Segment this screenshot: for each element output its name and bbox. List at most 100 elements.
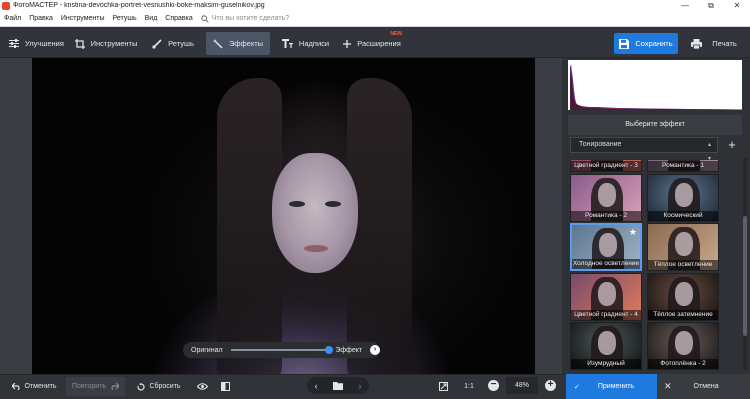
before-after-slider[interactable]: Оригинал Эффект › (183, 342, 380, 358)
effect-thumb[interactable]: Фотоплёнка - 2 (647, 322, 719, 370)
photo-eye-left (289, 201, 305, 207)
effect-thumb-label: Фотоплёнка - 2 (648, 359, 718, 369)
minimize-button[interactable]: — (672, 0, 698, 11)
window-controls: — ⧉ ✕ (672, 0, 750, 11)
gallery-scrollbar-thumb[interactable] (743, 216, 747, 336)
tab-effects[interactable]: Эффекты (206, 32, 270, 55)
cancel-button[interactable]: ✕ Отмена (657, 374, 750, 399)
effect-thumb[interactable]: Романтика - 2 (570, 174, 642, 222)
tab-improvements[interactable]: Улучшения (5, 32, 68, 55)
menu-bar: Файл Правка Инструменты Ретушь Вид Справ… (0, 11, 750, 27)
photo-face (272, 153, 358, 273)
magic-wand-icon (212, 38, 223, 49)
menu-edit[interactable]: Правка (25, 15, 57, 22)
fit-screen-button[interactable] (438, 377, 452, 396)
effect-thumb[interactable]: Цветной градиент - 3 (570, 160, 642, 172)
favorite-star-icon[interactable]: ★ (629, 227, 637, 238)
thumb-face (675, 282, 693, 306)
tab-retouch[interactable]: Ретушь (146, 32, 200, 55)
effects-panel: Выберите эффект Тонирование ▴ ▾ + Цветной… (562, 58, 750, 374)
thumb-face (675, 331, 693, 355)
menu-file[interactable]: Файл (0, 15, 25, 22)
redo-label: Повторить (71, 383, 107, 390)
effect-thumb-label: Романтика - 1 (648, 161, 718, 171)
search-placeholder: Что вы хотите сделать? (211, 15, 290, 22)
thumb-face (675, 232, 693, 256)
effect-thumb-selected[interactable]: ★ Холодное осветление (570, 223, 642, 271)
effect-thumb-label: Космический (648, 211, 718, 221)
save-button-label: Сохранить (635, 39, 673, 48)
crop-icon (74, 38, 85, 49)
effect-thumb[interactable]: Романтика - 1 (647, 160, 719, 172)
actual-size-button[interactable]: 1:1 (461, 377, 477, 396)
brush-icon (152, 38, 162, 49)
floppy-disk-icon (619, 38, 630, 49)
photo-preview[interactable] (32, 58, 535, 374)
gallery-scrollbar[interactable] (743, 158, 747, 370)
tab-extensions-label: Расширения (357, 39, 401, 48)
menu-help[interactable]: Справка (161, 15, 196, 22)
sliders-icon (9, 39, 20, 48)
command-search[interactable]: Что вы хотите сделать? (201, 14, 290, 23)
menu-retouch[interactable]: Ретушь (109, 15, 141, 22)
window-title: ФотоМАСТЕР - kristina-devochka-portret-v… (13, 2, 265, 9)
effect-thumb-label: Тёплое осветление (648, 260, 718, 270)
compare-knob[interactable] (325, 346, 334, 354)
chevron-left-icon[interactable]: ‹ (315, 381, 318, 391)
tab-captions[interactable]: Надписи (276, 32, 335, 55)
tab-improvements-label: Улучшения (25, 39, 64, 48)
reset-label: Сбросить (149, 383, 181, 390)
apply-label: Применить (597, 383, 635, 390)
tab-retouch-label: Ретушь (168, 39, 194, 48)
tab-captions-label: Надписи (298, 39, 330, 48)
zoom-level[interactable]: 48% (506, 377, 538, 394)
effect-category-select[interactable]: Тонирование ▴ ▾ (570, 137, 718, 162)
image-canvas[interactable] (0, 58, 562, 374)
fit-screen-icon (438, 382, 448, 391)
app-logo-icon (2, 1, 10, 10)
maximize-button[interactable]: ⧉ (698, 0, 724, 11)
compare-icon (220, 382, 230, 391)
image-navigation: ‹ › (307, 377, 369, 394)
save-button[interactable]: Сохранить (614, 33, 678, 54)
preview-eye-button[interactable] (196, 377, 212, 396)
effect-thumb[interactable]: Цветной градиент - 4 (570, 273, 642, 321)
effect-category-value: Тонирование (579, 141, 622, 148)
zoom-in-button[interactable]: + (545, 380, 556, 391)
menu-tools[interactable]: Инструменты (57, 15, 109, 22)
thumb-face (598, 331, 616, 355)
effect-thumb-label: Романтика - 2 (571, 211, 641, 221)
effect-thumb[interactable]: Изумрудный (570, 322, 642, 370)
plus-icon (343, 39, 352, 48)
chevron-right-icon[interactable]: › (370, 345, 380, 355)
print-button[interactable]: Печать (683, 33, 745, 54)
compare-track[interactable] (230, 346, 334, 354)
effect-thumb[interactable]: Тёплое затемнение (647, 273, 719, 321)
tab-tools[interactable]: Инструменты (72, 32, 140, 55)
print-button-label: Печать (712, 39, 737, 48)
effect-thumb-label: Изумрудный (571, 359, 641, 369)
add-effect-button[interactable]: + (725, 138, 739, 152)
undo-label: Отменить (24, 383, 57, 390)
close-window-button[interactable]: ✕ (724, 0, 750, 11)
effect-thumb-label: Цветной градиент - 3 (571, 161, 641, 171)
chevron-right-icon[interactable]: › (358, 381, 361, 391)
effect-thumb[interactable]: Космический (647, 174, 719, 222)
reset-button[interactable]: Сбросить (131, 377, 187, 396)
zoom-out-button[interactable]: − (488, 380, 499, 391)
thumb-face (599, 233, 617, 257)
undo-button[interactable]: Отменить (5, 377, 63, 396)
tab-tools-label: Инструменты (90, 39, 138, 48)
effect-thumb[interactable]: Тёплое осветление (647, 223, 719, 271)
effect-thumb-label: Холодное осветление (572, 259, 640, 269)
close-icon: ✕ (664, 381, 672, 391)
effect-thumb-label: Тёплое затемнение (648, 310, 718, 320)
tab-extensions[interactable]: Расширения NEW (339, 31, 405, 55)
split-view-button[interactable] (219, 377, 235, 396)
printer-icon (691, 38, 703, 49)
menu-view[interactable]: Вид (141, 15, 162, 22)
folder-icon[interactable] (332, 381, 343, 390)
redo-button[interactable]: Повторить (66, 377, 125, 396)
apply-button[interactable]: ✓ Применить (566, 374, 657, 399)
thumb-face (598, 183, 616, 207)
